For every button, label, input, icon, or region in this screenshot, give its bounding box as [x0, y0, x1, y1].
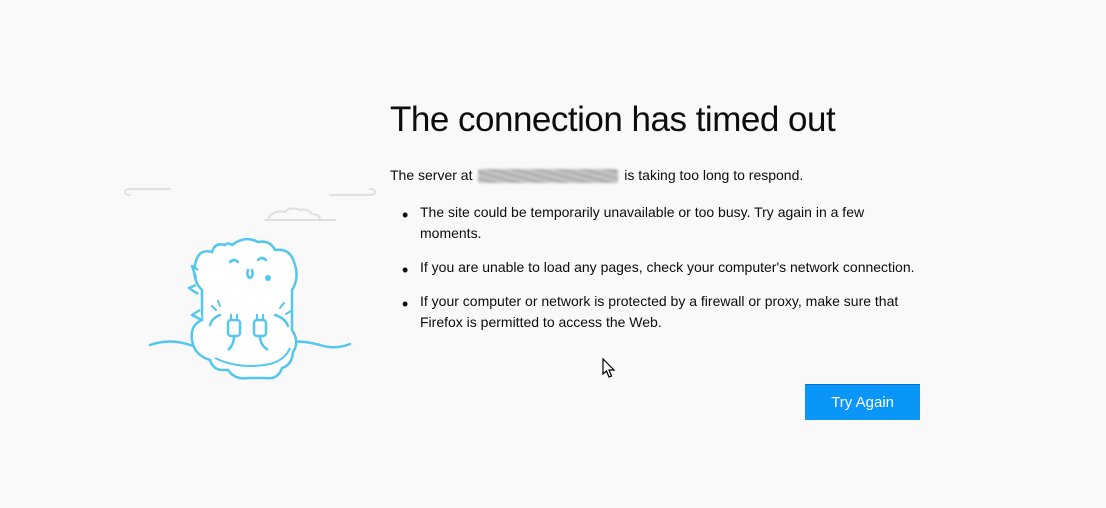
list-item: If your computer or network is protected…: [420, 291, 940, 334]
subtitle-prefix: The server at: [390, 167, 476, 183]
error-content: The connection has timed out The server …: [380, 100, 940, 420]
page-title: The connection has timed out: [390, 100, 940, 140]
redacted-server-name: [478, 169, 618, 183]
suggestion-list: The site could be temporarily unavailabl…: [390, 202, 940, 334]
button-row: Try Again: [390, 384, 940, 420]
try-again-button[interactable]: Try Again: [805, 384, 920, 420]
error-subtitle: The server at is taking too long to resp…: [390, 166, 940, 186]
error-page-container: The connection has timed out The server …: [0, 0, 1106, 420]
list-item: If you are unable to load any pages, che…: [420, 257, 940, 279]
subtitle-suffix: is taking too long to respond.: [620, 167, 803, 183]
error-illustration: [120, 100, 380, 420]
dino-icon: [120, 170, 380, 400]
list-item: The site could be temporarily unavailabl…: [420, 202, 940, 245]
